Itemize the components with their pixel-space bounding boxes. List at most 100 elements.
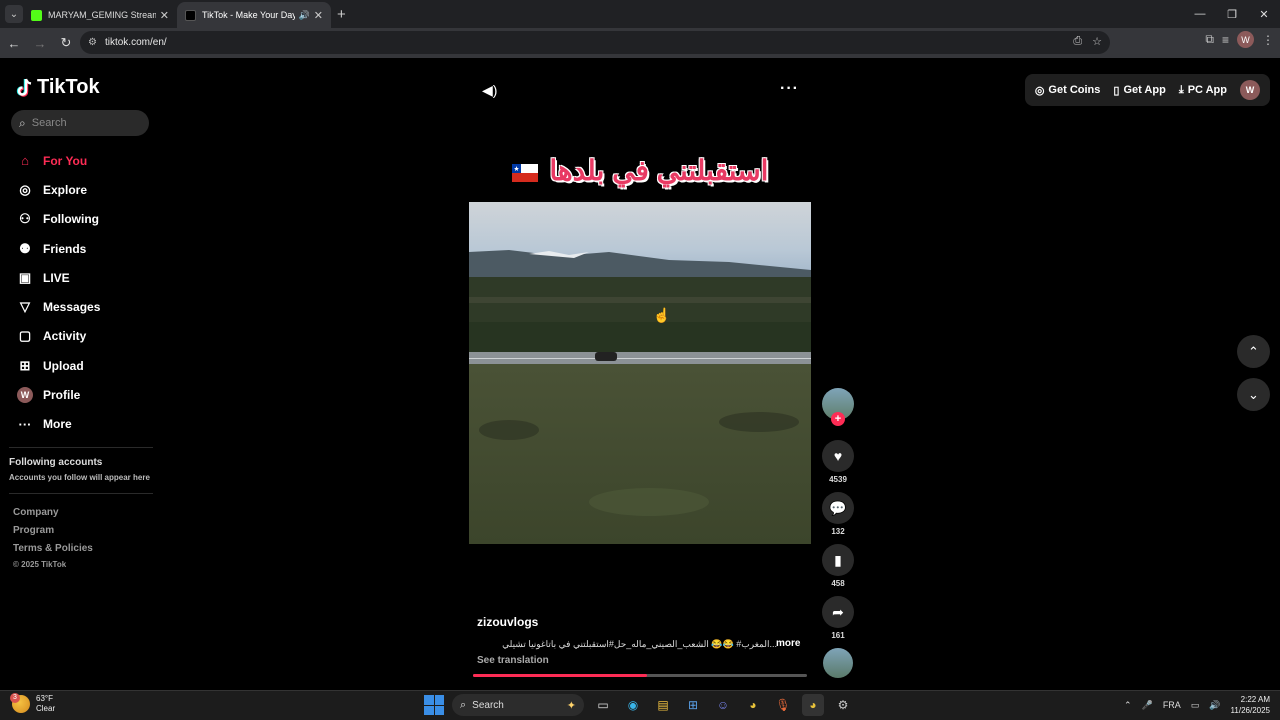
copyright: © 2025 TikTok xyxy=(13,560,67,569)
pc-app-button[interactable]: ⤓ PC App xyxy=(1179,84,1227,97)
settings-app-icon[interactable]: ⚙ xyxy=(832,694,854,716)
chevron-up-icon: ⌃ xyxy=(1248,343,1259,359)
media-control-icon[interactable]: ≡ xyxy=(1222,33,1229,47)
chrome-icon[interactable]: ◕ xyxy=(742,694,764,716)
restore-icon[interactable]: ❐ xyxy=(1216,0,1248,28)
following-icon: ⚇ xyxy=(19,211,31,227)
sidebar-item-friends[interactable]: ⚉ Friends xyxy=(16,234,100,263)
bookmark-star-icon[interactable]: ☆ xyxy=(1092,35,1102,48)
new-tab-button[interactable]: + xyxy=(337,6,346,23)
language-indicator[interactable]: FRA xyxy=(1163,700,1181,710)
close-tab-icon[interactable]: ✕ xyxy=(160,9,169,22)
more-options-icon[interactable]: ··· xyxy=(780,80,799,98)
sidebar-item-label: For You xyxy=(43,153,88,168)
sidebar-item-upload[interactable]: ⊞ Upload xyxy=(16,351,100,380)
footer-link-program[interactable]: Program xyxy=(13,525,54,536)
footer-link-terms[interactable]: Terms & Policies xyxy=(13,543,93,554)
moon-weather-icon: 3 xyxy=(10,693,30,713)
windows-start-icon[interactable] xyxy=(424,695,444,715)
tiktok-logo[interactable]: TikTok xyxy=(16,76,100,99)
footer-link-company[interactable]: Company xyxy=(13,507,59,518)
browser-tab-tiktok[interactable]: TikTok - Make Your Day 🔊 ✕ xyxy=(177,2,331,28)
search-placeholder: Search xyxy=(31,117,67,129)
sidebar-divider xyxy=(9,447,153,448)
chile-flag-icon xyxy=(511,163,538,182)
volume-icon[interactable]: ◀) xyxy=(482,82,497,99)
save-button[interactable]: ▮ xyxy=(822,544,854,576)
microphone-icon[interactable]: 🎤 xyxy=(1142,700,1153,711)
copilot-sparkle-icon: ✦ xyxy=(566,699,576,712)
sidebar-item-live[interactable]: ▣ LIVE xyxy=(16,263,100,292)
sidebar-item-explore[interactable]: ◎ Explore xyxy=(16,175,100,204)
sidebar-item-more[interactable]: ··· More xyxy=(16,410,100,439)
share-button[interactable]: ➦ xyxy=(822,596,854,628)
close-tab-icon[interactable]: ✕ xyxy=(314,9,323,22)
video-progress-bar[interactable] xyxy=(473,674,807,677)
weather-badge: 3 xyxy=(10,693,20,703)
get-app-button[interactable]: ▯ Get App xyxy=(1113,84,1165,97)
volume-tray-icon[interactable]: 🔊 xyxy=(1209,700,1220,711)
taskbar-search-input[interactable]: ⌕ Search ✦ xyxy=(452,694,584,716)
sidebar-item-label: Following xyxy=(43,212,99,227)
store-icon[interactable]: ⊞ xyxy=(682,694,704,716)
clock[interactable]: 2:22 AM 11/26/2025 xyxy=(1231,694,1270,716)
url-text: tiktok.com/en/ xyxy=(104,37,167,48)
sidebar-item-label: More xyxy=(43,417,72,432)
extensions-icon[interactable]: ⧉ xyxy=(1205,32,1214,47)
back-button[interactable]: ← xyxy=(2,31,26,55)
live-icon: ▣ xyxy=(18,269,32,285)
follow-plus-icon[interactable]: + xyxy=(831,412,845,426)
previous-video-button[interactable]: ⌃ xyxy=(1237,335,1270,368)
sidebar-item-for-you[interactable]: ⌂ For You xyxy=(16,146,100,175)
clock-time: 2:22 AM xyxy=(1240,695,1270,704)
browser-profile-avatar[interactable]: W xyxy=(1237,31,1254,48)
display-icon[interactable]: ▭ xyxy=(1191,700,1200,711)
comment-count: 132 xyxy=(831,527,845,536)
get-coins-button[interactable]: ◎ Get Coins xyxy=(1035,84,1101,97)
chrome-active-icon[interactable]: ◕ xyxy=(802,694,824,716)
video-author[interactable]: zizouvlogs xyxy=(477,615,538,629)
sidebar-item-profile[interactable]: W Profile xyxy=(16,380,100,409)
edge-icon[interactable]: ◉ xyxy=(622,694,644,716)
search-icon: ⌕ xyxy=(460,698,467,711)
video-progress-fill xyxy=(473,674,647,677)
microphone-app-icon[interactable]: 🎙 xyxy=(772,694,794,716)
sidebar-item-messages[interactable]: ▽ Messages xyxy=(16,292,100,321)
user-avatar[interactable]: W xyxy=(1240,80,1260,100)
site-info-icon[interactable]: ⚙ xyxy=(88,37,97,48)
creator-avatar[interactable]: + xyxy=(822,388,854,426)
video-player[interactable] xyxy=(469,202,811,544)
browser-menu-icon[interactable]: ⋮ xyxy=(1262,33,1274,47)
minimize-icon[interactable]: — xyxy=(1184,0,1216,28)
task-view-icon[interactable]: ▭ xyxy=(592,694,614,716)
tab-search-button[interactable]: ⌄ xyxy=(5,5,23,23)
tiktok-note-icon xyxy=(16,78,32,97)
next-video-button[interactable]: ⌄ xyxy=(1237,378,1270,411)
reload-button[interactable]: ↻ xyxy=(54,31,78,55)
file-explorer-icon[interactable]: ▤ xyxy=(652,694,674,716)
windows-taskbar: 3 63°F Clear ⌕ Search ✦ ▭ ◉ ▤ ⊞ ☺ ◕ 🎙 ◕ … xyxy=(0,690,1280,720)
description-more-button[interactable]: more xyxy=(776,638,800,649)
close-window-icon[interactable]: ✕ xyxy=(1248,0,1280,28)
install-app-icon[interactable]: ⎙ xyxy=(1073,35,1082,48)
sidebar-item-activity[interactable]: ▢ Activity xyxy=(16,322,100,351)
discord-icon[interactable]: ☺ xyxy=(712,694,734,716)
music-disc[interactable] xyxy=(823,648,853,678)
search-input[interactable]: ⌕ Search xyxy=(11,110,149,136)
chevron-up-icon[interactable]: ⌃ xyxy=(1124,700,1132,711)
like-count: 4539 xyxy=(829,475,847,484)
kick-favicon-icon xyxy=(31,9,42,21)
weather-widget[interactable]: 3 63°F Clear xyxy=(10,693,55,714)
home-icon: ⌂ xyxy=(21,153,29,169)
comment-button[interactable]: 💬 xyxy=(822,492,854,524)
see-translation-button[interactable]: See translation xyxy=(477,655,549,666)
system-tray: ⌃ 🎤 FRA ▭ 🔊 2:22 AM 11/26/2025 xyxy=(1124,694,1270,716)
like-button[interactable]: ♥ xyxy=(822,440,854,472)
forward-button[interactable]: → xyxy=(28,31,52,55)
address-bar[interactable]: ⚙ tiktok.com/en/ ⎙ ☆ xyxy=(80,31,1110,54)
speaker-icon[interactable]: 🔊 xyxy=(299,10,310,21)
tiktok-page: TikTok ⌕ Search ⌂ For You ◎ Explore ⚇ Fo… xyxy=(0,58,1280,690)
sidebar-item-following[interactable]: ⚇ Following xyxy=(16,205,100,234)
browser-tab-maryam[interactable]: MARYAM_GEMING Stream - Ki ✕ xyxy=(23,2,177,28)
profile-avatar: W xyxy=(17,387,33,404)
